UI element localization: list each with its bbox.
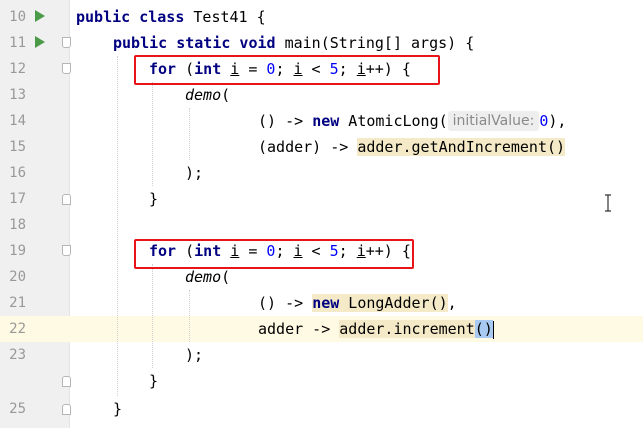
code-text[interactable]: } (149, 186, 158, 212)
line-number: 20 (9, 269, 26, 285)
annotation-box (134, 239, 414, 269)
code-token: } (149, 372, 159, 390)
indent-guide (152, 82, 153, 186)
line-number: 15 (9, 139, 26, 155)
code-line-current[interactable]: 22 adder -> adder.increment() (0, 316, 643, 342)
number-literal: 0 (539, 112, 549, 130)
method-call: demo (185, 86, 222, 104)
code-token: AtomicLong( (339, 112, 448, 130)
code-line[interactable]: 21 () -> new LongAdder(), (0, 290, 643, 316)
line-number: 13 (9, 87, 26, 103)
code-token: () -> (258, 294, 313, 312)
fold-marker-icon[interactable] (62, 63, 71, 74)
highlighted-usage: LongAdder() (339, 294, 448, 312)
code-text[interactable]: ); (185, 342, 203, 368)
code-token: () -> (258, 112, 313, 130)
highlighted-usage: adder.getAndIncrement() (357, 138, 566, 156)
keyword: new (312, 294, 340, 312)
keyword: public class (76, 8, 185, 26)
code-line[interactable]: } (0, 368, 643, 394)
code-token: main(String[] args) { (275, 34, 475, 52)
fold-marker-icon[interactable] (62, 245, 71, 256)
code-text[interactable]: demo( (185, 82, 230, 108)
code-token: , (447, 294, 457, 312)
code-text[interactable]: public class Test41 { (76, 4, 266, 30)
code-text[interactable]: () -> new LongAdder(), (258, 290, 457, 316)
code-line[interactable]: 13 demo( (0, 82, 643, 108)
line-number: 18 (9, 217, 26, 233)
code-text[interactable]: (adder) -> adder.getAndIncrement() (258, 134, 566, 160)
keyword: new (312, 112, 340, 130)
code-line[interactable]: 23 ); (0, 342, 643, 368)
code-text[interactable]: adder -> adder.increment() (258, 316, 494, 342)
code-line[interactable]: 25 } (0, 396, 643, 422)
line-number: 19 (9, 243, 26, 259)
text-cursor-icon (605, 194, 611, 212)
code-line[interactable]: 14 () -> new AtomicLong(initialValue: 0), (0, 108, 643, 134)
fold-end-icon[interactable] (62, 376, 71, 387)
code-line[interactable]: 17 } (0, 186, 643, 212)
code-token: } (113, 400, 123, 418)
line-number: 23 (9, 347, 26, 363)
indent-guide (189, 290, 190, 342)
code-editor[interactable]: 10 public class Test41 { 11 public stati… (0, 0, 643, 428)
line-number: 25 (9, 401, 26, 417)
highlighted-usage: adder.increment (339, 320, 475, 338)
indent-guide (117, 56, 118, 396)
code-token: ( (221, 268, 231, 286)
code-token: adder -> (258, 320, 340, 338)
run-icon[interactable] (35, 10, 45, 22)
code-token: (adder) -> (258, 138, 358, 156)
matched-brace: () (474, 320, 493, 338)
fold-end-icon[interactable] (62, 194, 71, 205)
line-number: 21 (9, 295, 26, 311)
code-line[interactable]: 11 public static void main(String[] args… (0, 30, 643, 56)
code-token: Test41 { (184, 8, 266, 26)
code-line[interactable]: 15 (adder) -> adder.getAndIncrement() (0, 134, 643, 160)
text-caret (492, 320, 494, 339)
method-call: demo (185, 268, 222, 286)
code-token: ); (185, 164, 204, 182)
run-icon[interactable] (35, 36, 45, 48)
code-text[interactable]: } (113, 396, 122, 422)
code-line[interactable]: 18 (0, 212, 643, 238)
line-number: 17 (9, 191, 26, 207)
code-line[interactable]: 10 public class Test41 { (0, 4, 643, 30)
keyword: public static void (113, 34, 276, 52)
code-token: ( (221, 86, 231, 104)
code-token: ), (548, 112, 567, 130)
line-number: 12 (9, 61, 26, 77)
line-number: 11 (9, 35, 26, 51)
annotation-box (134, 55, 440, 85)
code-text[interactable]: public static void main(String[] args) { (113, 30, 474, 56)
code-text[interactable]: } (149, 368, 158, 394)
line-number: 22 (9, 321, 26, 337)
indent-guide (189, 108, 190, 160)
line-number: 16 (9, 165, 26, 181)
code-text[interactable]: () -> new AtomicLong(initialValue: 0), (258, 108, 566, 134)
fold-marker-icon[interactable] (62, 37, 71, 48)
code-token: } (149, 190, 159, 208)
indent-guide (152, 264, 153, 368)
code-line[interactable]: 16 ); (0, 160, 643, 186)
code-text[interactable]: ); (185, 160, 203, 186)
parameter-hint: initialValue: (447, 111, 540, 131)
line-number: 10 (9, 9, 26, 25)
code-token: ); (185, 346, 204, 364)
fold-end-icon[interactable] (62, 404, 71, 415)
line-number: 14 (9, 113, 26, 129)
